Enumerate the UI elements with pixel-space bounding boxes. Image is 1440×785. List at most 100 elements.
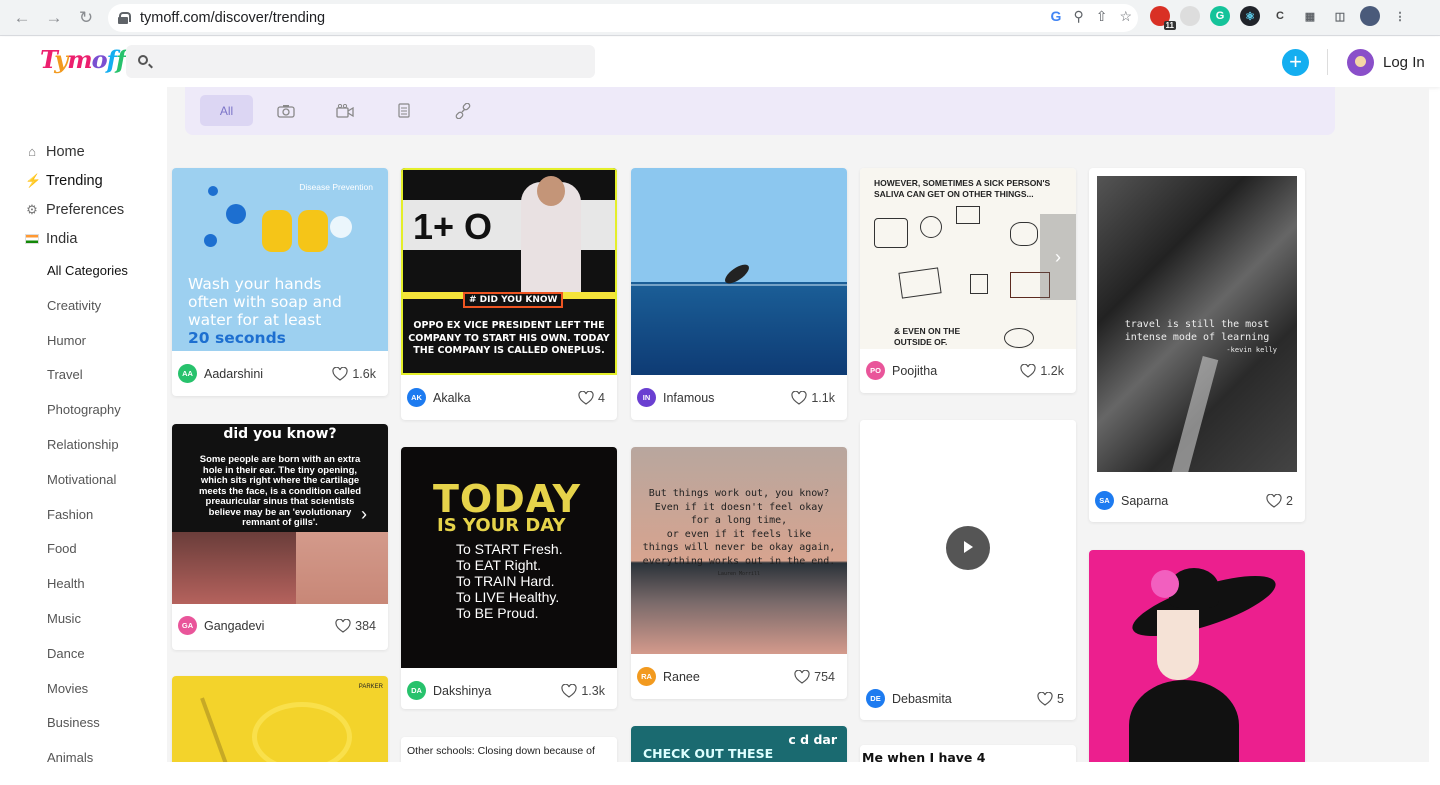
post-card[interactable]: IN Infamous 1.1k — [631, 168, 847, 420]
address-bar[interactable]: tymoff.com/discover/trending G ⚲ ⇧ ☆ — [108, 4, 1138, 32]
post-card[interactable]: Other schools: Closing down because of — [401, 737, 617, 762]
filter-all-tab[interactable]: All — [200, 95, 253, 126]
like-button[interactable]: 4 — [578, 390, 605, 405]
carousel-next-icon[interactable]: › — [1040, 214, 1076, 300]
avatar[interactable]: PO — [866, 361, 885, 380]
post-image[interactable]: TODAY IS YOUR DAY To START Fresh. To EAT… — [401, 447, 617, 668]
post-card[interactable]: DE Debasmita 5 — [860, 420, 1076, 720]
profile-avatar-icon[interactable] — [1360, 6, 1380, 26]
avatar[interactable]: RA — [637, 667, 656, 686]
category-business[interactable]: Business — [47, 715, 128, 750]
author-name[interactable]: Akalka — [433, 391, 471, 405]
category-travel[interactable]: Travel — [47, 367, 128, 402]
post-card[interactable]: did you know? Some people are born with … — [172, 424, 388, 650]
post-image[interactable]: PARKER — [172, 676, 388, 762]
category-health[interactable]: Health — [47, 576, 128, 611]
author-name[interactable]: Aadarshini — [204, 367, 263, 381]
category-relationship[interactable]: Relationship — [47, 437, 128, 472]
post-video[interactable] — [860, 420, 1076, 680]
sidebar-item-home[interactable]: ⌂ Home — [25, 137, 124, 166]
tymoff-logo[interactable]: Tymoff — [40, 45, 126, 74]
post-card[interactable]: TODAY IS YOUR DAY To START Fresh. To EAT… — [401, 447, 617, 709]
post-card[interactable]: HOWEVER, SOMETIMES A SICK PERSON'S SALIV… — [860, 168, 1076, 393]
post-image[interactable] — [631, 168, 847, 375]
like-button[interactable]: 1.1k — [791, 390, 835, 405]
extension-red-icon[interactable]: 11 — [1150, 6, 1176, 30]
author-name[interactable]: Infamous — [663, 391, 714, 405]
grammarly-icon[interactable]: G — [1210, 6, 1230, 26]
like-button[interactable]: 754 — [794, 669, 835, 684]
post-card[interactable]: 1+ O # DID YOU KNOW OPPO EX VICE PRESIDE… — [401, 168, 617, 420]
share-icon[interactable]: ⇧ — [1096, 8, 1108, 25]
video-icon[interactable] — [318, 95, 371, 126]
sidebar-item-preferences[interactable]: ⚙ Preferences — [25, 195, 124, 224]
react-icon[interactable]: ⚛ — [1240, 6, 1260, 26]
category-photography[interactable]: Photography — [47, 402, 128, 437]
post-image[interactable]: did you know? Some people are born with … — [172, 424, 388, 604]
category-motivational[interactable]: Motivational — [47, 472, 128, 507]
sidepanel-icon[interactable]: ◫ — [1330, 6, 1350, 26]
avatar[interactable]: IN — [637, 388, 656, 407]
like-button[interactable]: 2 — [1266, 493, 1293, 508]
camera-icon[interactable] — [259, 95, 312, 126]
post-card[interactable]: travel is still the most intense mode of… — [1089, 168, 1305, 522]
category-humor[interactable]: Humor — [47, 333, 128, 368]
avatar[interactable]: AA — [178, 364, 197, 383]
link-icon[interactable] — [436, 95, 489, 126]
like-button[interactable]: 384 — [335, 618, 376, 633]
post-image[interactable]: CHECK OUT THESE c d dar — [631, 726, 847, 762]
carousel-next-icon[interactable]: › — [361, 504, 367, 525]
category-food[interactable]: Food — [47, 541, 128, 576]
avatar[interactable]: DE — [866, 689, 885, 708]
category-fashion[interactable]: Fashion — [47, 507, 128, 542]
author-name[interactable]: Gangadevi — [204, 619, 264, 633]
post-image[interactable]: But things work out, you know? Even if i… — [631, 447, 847, 654]
author-name[interactable]: Debasmita — [892, 692, 952, 706]
post-image[interactable]: Other schools: Closing down because of — [401, 737, 617, 762]
like-button[interactable]: 1.3k — [561, 683, 605, 698]
zoom-icon[interactable]: ⚲ — [1073, 8, 1083, 25]
like-button[interactable]: 1.6k — [332, 366, 376, 381]
post-image[interactable] — [1089, 550, 1305, 762]
avatar[interactable]: DA — [407, 681, 426, 700]
back-icon[interactable]: ← — [8, 4, 36, 32]
author-name[interactable]: Dakshinya — [433, 684, 491, 698]
play-button[interactable] — [946, 526, 990, 570]
post-card[interactable] — [1089, 550, 1305, 762]
post-card[interactable]: Me when I have 4 assignments — [860, 745, 1076, 762]
post-card[interactable]: Disease Prevention Wash your hands often… — [172, 168, 388, 396]
author-name[interactable]: Saparna — [1121, 494, 1168, 508]
post-image[interactable]: 1+ O # DID YOU KNOW OPPO EX VICE PRESIDE… — [401, 168, 617, 375]
reload-icon[interactable]: ↻ — [72, 4, 100, 32]
document-icon[interactable] — [377, 95, 430, 126]
extension-c-icon[interactable]: C — [1270, 6, 1290, 26]
login-button[interactable]: Log In — [1347, 49, 1425, 76]
puzzle-icon[interactable]: ▦ — [1300, 6, 1320, 26]
create-post-button[interactable]: + — [1282, 49, 1309, 76]
category-creativity[interactable]: Creativity — [47, 298, 128, 333]
category-all[interactable]: All Categories — [47, 263, 128, 298]
google-icon[interactable]: G — [1051, 8, 1062, 25]
category-animals[interactable]: Animals — [47, 750, 128, 785]
bookmark-star-icon[interactable]: ☆ — [1119, 8, 1132, 25]
sidebar-item-india[interactable]: India — [25, 224, 124, 253]
search-input[interactable] — [126, 45, 595, 78]
post-card[interactable]: But things work out, you know? Even if i… — [631, 447, 847, 699]
post-image[interactable]: Disease Prevention Wash your hands often… — [172, 168, 388, 351]
menu-dots-icon[interactable]: ⋮ — [1390, 6, 1410, 26]
post-image[interactable]: HOWEVER, SOMETIMES A SICK PERSON'S SALIV… — [860, 168, 1076, 349]
avatar[interactable]: SA — [1095, 491, 1114, 510]
avatar[interactable]: GA — [178, 616, 197, 635]
extension-face-icon[interactable] — [1180, 6, 1200, 26]
category-movies[interactable]: Movies — [47, 681, 128, 716]
avatar[interactable]: AK — [407, 388, 426, 407]
author-name[interactable]: Poojitha — [892, 364, 937, 378]
author-name[interactable]: Ranee — [663, 670, 700, 684]
post-card[interactable]: CHECK OUT THESE c d dar — [631, 726, 847, 762]
sidebar-item-trending[interactable]: ⚡ Trending — [25, 166, 124, 195]
post-image[interactable]: Me when I have 4 assignments — [860, 745, 1076, 762]
category-music[interactable]: Music — [47, 611, 128, 646]
post-card[interactable]: PARKER — [172, 676, 388, 762]
like-button[interactable]: 1.2k — [1020, 363, 1064, 378]
category-dance[interactable]: Dance — [47, 646, 128, 681]
